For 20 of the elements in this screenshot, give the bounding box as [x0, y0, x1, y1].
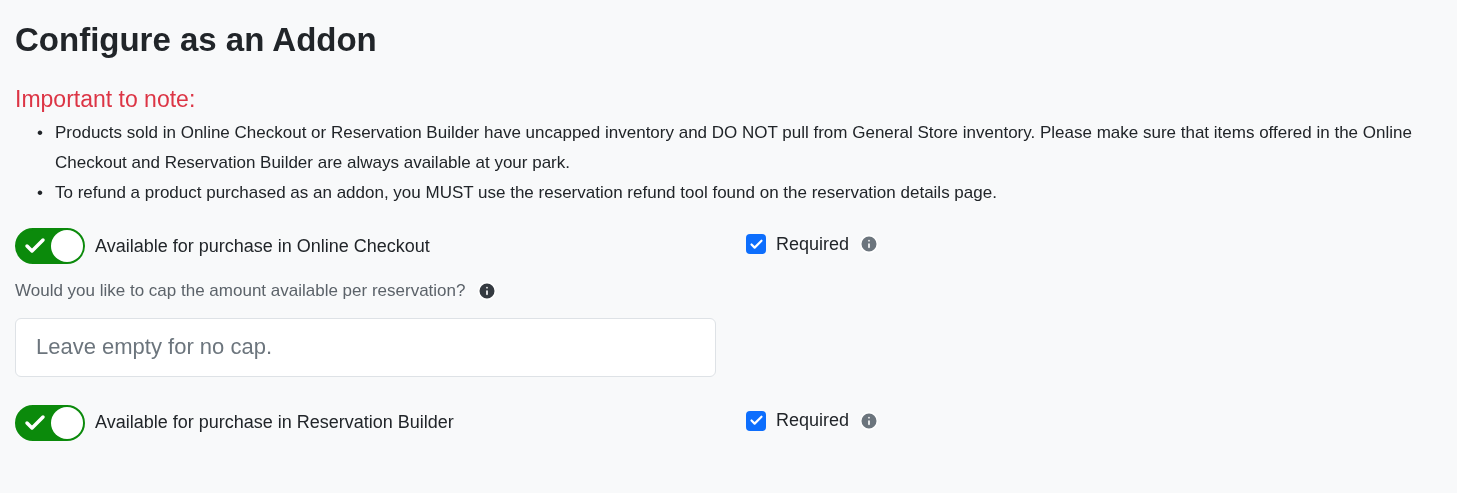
- page-title: Configure as an Addon: [15, 20, 378, 60]
- required-checkbox[interactable]: [746, 234, 766, 254]
- info-icon[interactable]: [477, 280, 498, 301]
- toggle-switch[interactable]: [15, 228, 85, 264]
- note-item: Products sold in Online Checkout or Reservation Builder have uncapped inventory and DO NOT pull from General Store inventory. Please make sure that items offered in the Online Checkout and Reservation Builder are always available at your park.: [55, 122, 1413, 174]
- required-checkbox[interactable]: [746, 410, 766, 431]
- toggle-label: Available for purchase in Online Checkout: [95, 234, 430, 258]
- toggle-knob: [51, 230, 83, 262]
- bullet-mark: •: [37, 122, 44, 144]
- required-label: Required: [776, 409, 850, 432]
- note-heading: Important to note:: [15, 85, 197, 114]
- cap-question: Would you like to cap the amount available per reservation?: [15, 280, 466, 302]
- toggle-label: Available for purchase in Reservation Builder: [95, 411, 454, 434]
- note-item: To refund a product purchased as an addon, you MUST use the reservation refund tool found on the reservation details page.: [55, 182, 997, 204]
- cap-input-field[interactable]: Leave empty for no cap.: [15, 317, 716, 377]
- check-icon: [748, 413, 764, 428]
- toggle-knob: [51, 406, 83, 439]
- toggle-switch[interactable]: [15, 404, 85, 441]
- required-label: Required: [776, 232, 850, 256]
- bullet-mark: •: [37, 182, 44, 204]
